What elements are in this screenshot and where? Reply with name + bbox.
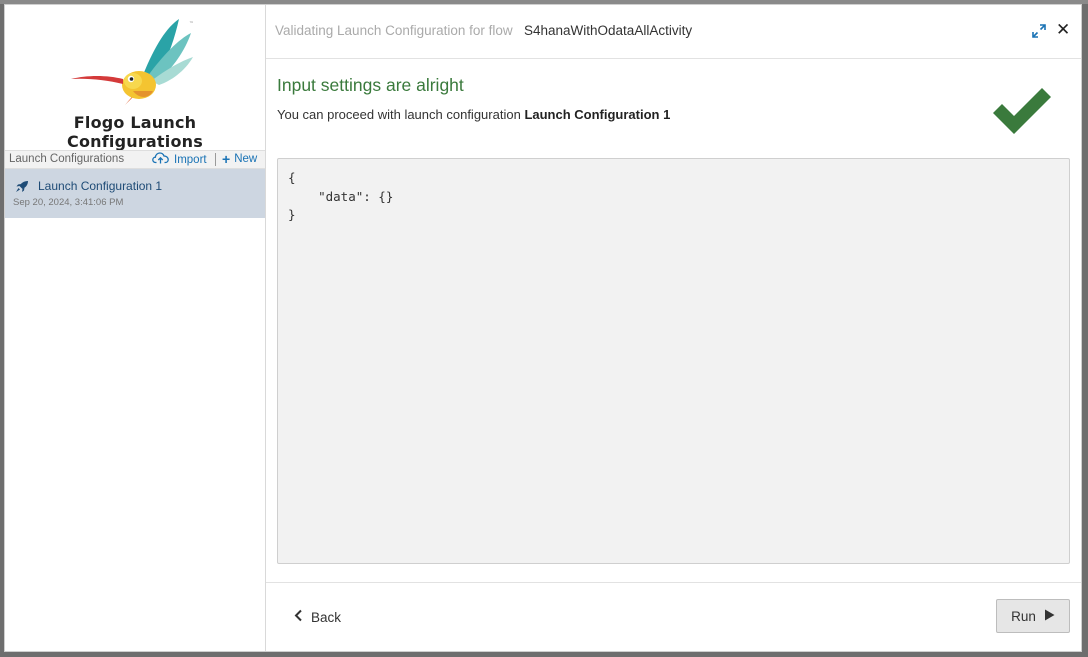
brand-title: Flogo Launch Configurations bbox=[67, 113, 203, 151]
json-content: { "data": {} } bbox=[288, 170, 394, 222]
result-heading: Input settings are alright bbox=[277, 75, 464, 95]
dialog-header: Validating Launch Configuration for flow… bbox=[266, 5, 1081, 59]
expand-icon[interactable] bbox=[1032, 24, 1046, 43]
sidebar: ™ Flogo Launch Configurations Launch Con… bbox=[5, 5, 266, 651]
import-label: Import bbox=[174, 153, 207, 166]
new-label: New bbox=[234, 153, 258, 165]
launch-config-list-header: Launch Configurations Import + New bbox=[5, 150, 265, 169]
result-config-name: Launch Configuration 1 bbox=[524, 107, 671, 122]
divider bbox=[215, 153, 216, 166]
list-title: Launch Configurations bbox=[9, 153, 125, 165]
cloud-upload-icon bbox=[152, 152, 169, 167]
back-button[interactable]: Back bbox=[294, 609, 341, 625]
svg-text:™: ™ bbox=[189, 21, 194, 27]
hummingbird-logo: ™ bbox=[67, 15, 197, 107]
main-panel: Validating Launch Configuration for flow… bbox=[266, 5, 1081, 651]
rocket-icon bbox=[15, 180, 29, 198]
run-button[interactable]: Run bbox=[996, 599, 1070, 633]
launch-config-name: Launch Configuration 1 bbox=[38, 179, 163, 193]
flow-name: S4hanaWithOdataAllActivity bbox=[524, 23, 693, 38]
play-icon bbox=[1044, 609, 1055, 624]
run-label: Run bbox=[1011, 608, 1036, 624]
close-icon[interactable]: ✕ bbox=[1056, 21, 1070, 38]
json-viewer[interactable]: { "data": {} } bbox=[277, 158, 1070, 564]
checkmark-icon bbox=[990, 85, 1054, 140]
plus-icon: + bbox=[222, 151, 231, 167]
launch-config-item[interactable]: Launch Configuration 1 Sep 20, 2024, 3:4… bbox=[5, 169, 265, 218]
launch-config-dialog: ™ Flogo Launch Configurations Launch Con… bbox=[4, 4, 1082, 652]
validating-text: Validating Launch Configuration for flow bbox=[275, 23, 513, 38]
new-button[interactable]: + New bbox=[222, 152, 257, 166]
chevron-left-icon bbox=[294, 609, 303, 625]
back-label: Back bbox=[311, 609, 342, 625]
dialog-footer: Back Run bbox=[266, 582, 1081, 652]
import-button[interactable]: Import bbox=[152, 152, 207, 167]
result-message-prefix: You can proceed with launch configuratio… bbox=[277, 107, 521, 122]
launch-config-date: Sep 20, 2024, 3:41:06 PM bbox=[13, 197, 124, 208]
result-message: You can proceed with launch configuratio… bbox=[277, 107, 670, 122]
